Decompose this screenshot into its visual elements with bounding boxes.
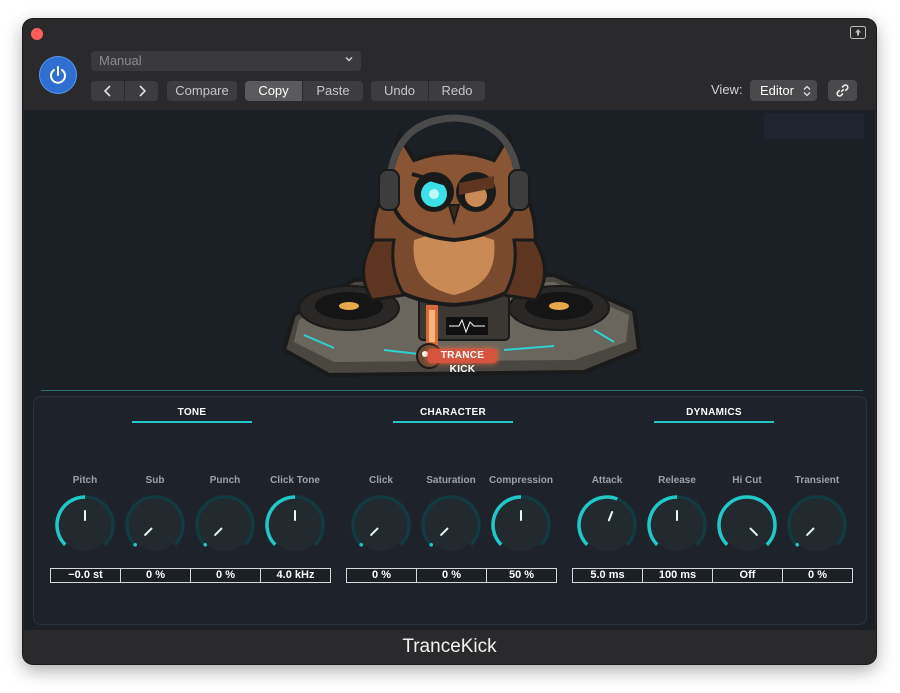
section-title-dynamics: DYNAMICS xyxy=(686,407,742,418)
knob-min-dot xyxy=(203,542,208,547)
chevron-left-icon xyxy=(103,85,111,97)
knob-body xyxy=(651,499,703,551)
preset-value: Manual xyxy=(99,53,142,68)
view-label: View: xyxy=(711,82,743,97)
knob-click[interactable] xyxy=(348,492,414,558)
section-underline-character xyxy=(393,421,513,423)
knob-label: Compression xyxy=(489,475,553,486)
knob-label: Hi Cut xyxy=(732,475,762,486)
knob-body xyxy=(129,499,181,551)
close-window-button[interactable] xyxy=(31,28,43,40)
knob-value-display[interactable]: 5.0 ms xyxy=(572,568,643,583)
knob-value-display[interactable]: 100 ms xyxy=(642,568,713,583)
knob-label: Punch xyxy=(209,475,241,486)
knob-release[interactable] xyxy=(644,492,710,558)
knob-label: Transient xyxy=(794,475,840,486)
trance-kick-badge: TRANCE KICK xyxy=(428,349,497,375)
undo-redo-group: Undo Redo xyxy=(371,81,485,101)
knob-label: Click Tone xyxy=(270,475,320,486)
knob-hi-cut[interactable] xyxy=(714,492,780,558)
power-icon xyxy=(50,66,66,84)
knob-body xyxy=(495,499,547,551)
undo-button[interactable]: Undo xyxy=(371,81,428,101)
section-underline-dynamics xyxy=(654,421,774,423)
knob-min-dot xyxy=(429,542,434,547)
knob-label: Sub xyxy=(145,475,165,486)
knob-value-display[interactable]: 0 % xyxy=(416,568,487,583)
knob-body xyxy=(791,499,843,551)
paste-button[interactable]: Paste xyxy=(302,81,363,101)
knob-click-tone[interactable] xyxy=(262,492,328,558)
knob-body xyxy=(59,499,111,551)
knob-min-dot xyxy=(795,542,800,547)
knob-label: Release xyxy=(658,475,696,486)
owl-dj-illustration xyxy=(281,114,642,378)
knob-min-dot xyxy=(359,542,364,547)
controls-panel: TONE CHARACTER DYNAMICS Pitch −0.0 st Sub 0… xyxy=(33,396,867,625)
knob-body xyxy=(721,499,773,551)
section-title-tone: TONE xyxy=(177,407,207,418)
knob-sub[interactable] xyxy=(122,492,188,558)
knob-body xyxy=(355,499,407,551)
knob-value-display[interactable]: 50 % xyxy=(486,568,557,583)
knob-label: Attack xyxy=(591,475,623,486)
view-dropdown[interactable]: Editor xyxy=(750,80,817,101)
knob-label: Saturation xyxy=(426,475,476,486)
preset-dropdown[interactable]: Manual xyxy=(91,51,361,71)
knob-label: Click xyxy=(369,475,393,486)
section-underline-tone xyxy=(132,421,252,423)
next-preset-button[interactable] xyxy=(124,81,158,101)
knob-value-display[interactable]: 4.0 kHz xyxy=(260,568,331,583)
knob-value-display[interactable]: 0 % xyxy=(190,568,261,583)
redo-button[interactable]: Redo xyxy=(428,81,485,101)
knob-saturation[interactable] xyxy=(418,492,484,558)
knob-body xyxy=(199,499,251,551)
knob-body xyxy=(269,499,321,551)
preset-nav-group xyxy=(91,81,158,101)
float-window-icon[interactable] xyxy=(850,26,866,39)
plugin-editor: TRANCE KICK TONE CHARACTER DYNAMICS Pitc… xyxy=(24,110,875,630)
chevron-down-icon xyxy=(345,56,353,62)
previous-preset-button[interactable] xyxy=(91,81,124,101)
view-value: Editor xyxy=(760,83,794,98)
knob-value-display[interactable]: −0.0 st xyxy=(50,568,121,583)
link-icon xyxy=(836,84,849,97)
link-button[interactable] xyxy=(828,80,857,101)
power-button[interactable] xyxy=(39,56,77,94)
knob-compression[interactable] xyxy=(488,492,554,558)
knob-value-display[interactable]: Off xyxy=(712,568,783,583)
section-title-character: CHARACTER xyxy=(419,407,487,418)
knob-value-display[interactable]: 0 % xyxy=(346,568,417,583)
plugin-window: Manual Compare Copy Paste Undo Redo View… xyxy=(23,19,876,664)
dim-overlay xyxy=(764,113,864,139)
compare-button[interactable]: Compare xyxy=(167,81,237,101)
updown-chevron-icon xyxy=(803,85,811,97)
copy-paste-group: Copy Paste xyxy=(245,81,363,101)
chevron-right-icon xyxy=(138,85,146,97)
knob-pitch[interactable] xyxy=(52,492,118,558)
knob-transient[interactable] xyxy=(784,492,850,558)
knob-punch[interactable] xyxy=(192,492,258,558)
copy-button[interactable]: Copy xyxy=(245,81,302,101)
knob-attack[interactable] xyxy=(574,492,640,558)
knob-value-display[interactable]: 0 % xyxy=(120,568,191,583)
knob-body xyxy=(425,499,477,551)
divider xyxy=(41,390,863,391)
knob-min-dot xyxy=(133,542,138,547)
knob-label: Pitch xyxy=(72,475,98,486)
knob-value-display[interactable]: 0 % xyxy=(782,568,853,583)
plugin-title: TranceKick xyxy=(24,630,875,664)
knob-body xyxy=(581,499,633,551)
